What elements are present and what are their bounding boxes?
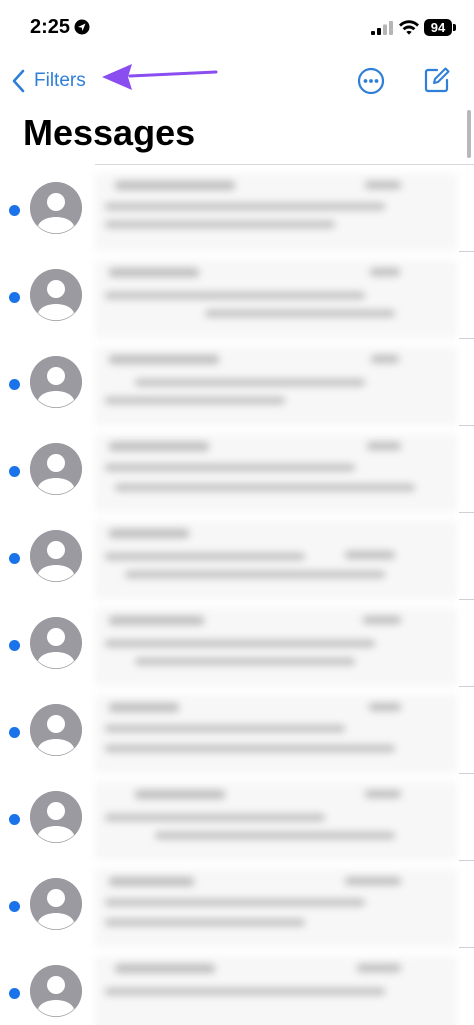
conversation-row[interactable] (0, 426, 474, 513)
unread-indicator (9, 205, 20, 216)
messages-screen: 2:25 94 Filters Messages (0, 0, 474, 1025)
compose-button[interactable] (423, 66, 451, 94)
filters-back-label: Filters (34, 70, 86, 91)
filters-back-button[interactable]: Filters (12, 66, 86, 96)
person-avatar-icon (30, 443, 82, 495)
redacted-message-preview (95, 260, 457, 338)
redacted-message-preview (95, 173, 457, 251)
battery-indicator: 94 (424, 19, 452, 36)
battery-tip (453, 24, 456, 31)
purple-arrow-icon (102, 64, 218, 90)
redacted-message-preview (95, 608, 457, 686)
conversation-list (0, 165, 474, 1025)
unread-indicator (9, 379, 20, 390)
person-avatar-icon (30, 878, 82, 930)
unread-indicator (9, 292, 20, 303)
battery-level: 94 (430, 20, 446, 35)
conversation-row[interactable] (0, 687, 474, 774)
unread-indicator (9, 901, 20, 912)
page-title: Messages (23, 112, 196, 153)
redacted-message-preview (95, 869, 457, 947)
person-avatar-icon (30, 791, 82, 843)
conversation-row[interactable] (0, 252, 474, 339)
unread-indicator (9, 553, 20, 564)
person-avatar-icon (30, 182, 82, 234)
redacted-message-preview (95, 347, 457, 425)
conversation-row[interactable] (0, 165, 474, 252)
more-options-button[interactable] (357, 67, 385, 95)
conversation-row[interactable] (0, 948, 474, 1025)
location-icon (74, 19, 90, 35)
wifi-icon (399, 20, 419, 35)
conversation-row[interactable] (0, 774, 474, 861)
status-bar: 2:25 94 (0, 0, 474, 52)
unread-indicator (9, 727, 20, 738)
chevron-left-icon (12, 69, 25, 93)
cellular-signal-icon (371, 21, 393, 35)
person-avatar-icon (30, 356, 82, 408)
ellipsis-circle-icon (357, 67, 385, 95)
conversation-row[interactable] (0, 861, 474, 948)
conversation-row[interactable] (0, 339, 474, 426)
redacted-message-preview (95, 434, 457, 512)
unread-indicator (9, 466, 20, 477)
compose-icon (424, 67, 450, 93)
scroll-indicator[interactable] (467, 110, 471, 158)
person-avatar-icon (30, 704, 82, 756)
person-avatar-icon (30, 617, 82, 669)
unread-indicator (9, 988, 20, 999)
person-avatar-icon (30, 269, 82, 321)
redacted-message-preview (95, 782, 457, 860)
person-avatar-icon (30, 530, 82, 582)
unread-indicator (9, 640, 20, 651)
unread-indicator (9, 814, 20, 825)
conversation-row[interactable] (0, 513, 474, 600)
person-avatar-icon (30, 965, 82, 1017)
conversation-row[interactable] (0, 600, 474, 687)
status-time: 2:25 (30, 16, 71, 38)
redacted-message-preview (95, 695, 457, 773)
redacted-message-preview (95, 956, 457, 1025)
redacted-message-preview (95, 521, 457, 599)
